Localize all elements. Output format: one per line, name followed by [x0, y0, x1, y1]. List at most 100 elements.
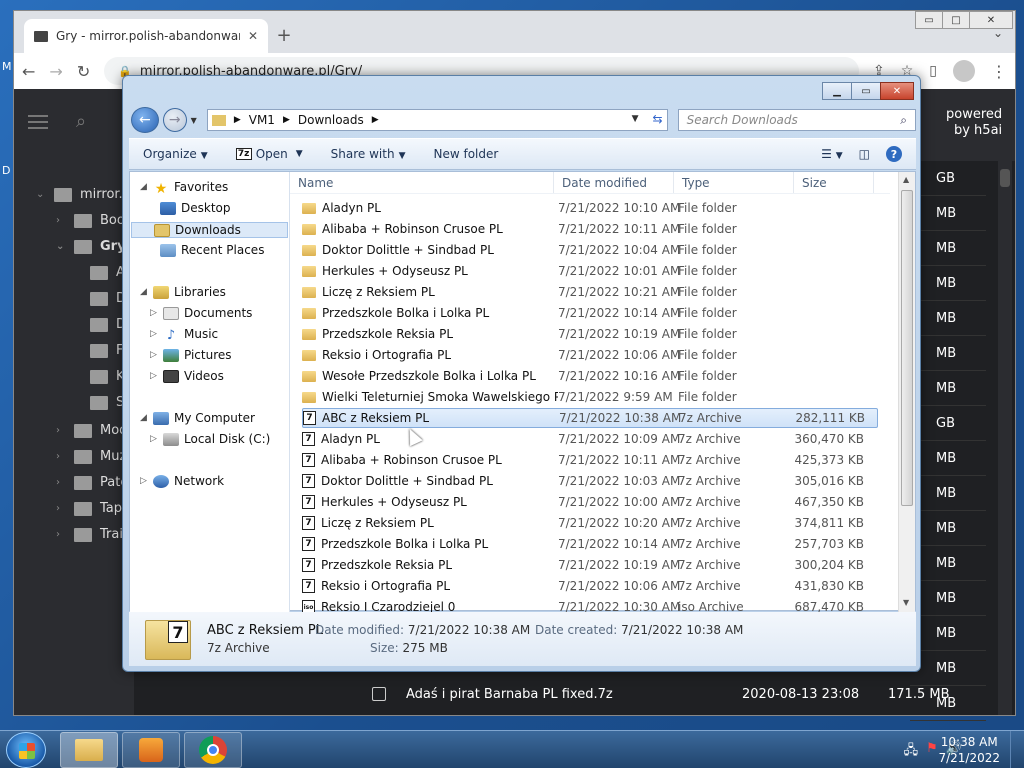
expand-icon[interactable]: ◢ — [140, 287, 148, 297]
clock[interactable]: 10:38 AM 7/21/2022 — [938, 734, 1000, 766]
minimize-button[interactable]: ▁ — [822, 82, 852, 100]
file-row[interactable]: 7 Przedszkole Reksia PL 7/21/2022 10:19 AM… — [302, 555, 878, 575]
breadcrumb-item[interactable]: VM1 — [249, 113, 275, 127]
refresh-icon[interactable]: ⇆ — [653, 112, 663, 126]
back-button[interactable]: ← — [131, 107, 159, 133]
network-tray-icon[interactable]: 🖧 — [904, 741, 919, 763]
chevron-right-icon[interactable]: ▶ — [372, 115, 379, 125]
nav-item-downloads[interactable]: Downloads — [131, 222, 288, 238]
search-input[interactable]: Search Downloads ⌕ — [677, 109, 916, 131]
back-arrow-icon[interactable]: ← — [22, 62, 35, 81]
file-row[interactable]: Reksio i Ortografia PL 7/21/2022 10:06 AM… — [302, 345, 878, 365]
address-bar[interactable]: ▶ VM1 ▶ Downloads ▶ ▼ ⇆ — [206, 109, 668, 131]
tree-item[interactable]: › Trail — [56, 527, 127, 542]
search-icon[interactable]: ⌕ — [900, 113, 907, 128]
expand-icon[interactable]: ▷ — [150, 350, 158, 360]
breadcrumb-item[interactable]: Downloads — [298, 113, 364, 127]
file-row[interactable]: 7 ABC z Reksiem PL 7/21/2022 10:38 AM 7z Ar… — [302, 408, 878, 428]
expand-icon[interactable]: ▷ — [150, 434, 158, 444]
file-row[interactable]: Alibaba + Robinson Crusoe PL 7/21/2022 10… — [302, 219, 878, 239]
scrollbar-thumb[interactable] — [901, 190, 913, 506]
tree-item[interactable]: ⌄ Gry — [56, 239, 126, 254]
scroll-up-arrow[interactable]: ▲ — [903, 175, 909, 184]
nav-item-network[interactable]: ▷ Network — [140, 474, 224, 488]
action-center-icon[interactable]: ⚑ — [926, 741, 938, 763]
file-row[interactable]: Herkules + Odyseusz PL 7/21/2022 10:01 AM… — [302, 261, 878, 281]
tree-item[interactable]: › Boo — [56, 213, 125, 228]
nav-item-videos[interactable]: ▷ Videos — [150, 369, 224, 383]
file-row[interactable]: Doktor Dolittle + Sindbad PL 7/21/2022 10… — [302, 240, 878, 260]
file-row[interactable]: Adaś i pirat Barnaba PL fixed.7z 2020-08… — [360, 679, 1000, 709]
profile-avatar[interactable] — [953, 60, 975, 82]
column-header-size[interactable]: Size — [794, 172, 874, 193]
file-row[interactable]: Aladyn PL 7/21/2022 10:10 AM File folder — [302, 198, 878, 218]
file-row[interactable]: 7 Przedszkole Bolka i Lolka PL 7/21/2022 1… — [302, 534, 878, 554]
file-row[interactable]: 7 Alibaba + Robinson Crusoe PL 7/21/2022 1… — [302, 450, 878, 470]
tree-item[interactable]: › Mod — [56, 423, 127, 438]
help-icon[interactable]: ? — [886, 146, 902, 162]
tree-item[interactable]: D — [90, 317, 126, 332]
tree-item[interactable]: A — [90, 265, 125, 280]
taskbar-explorer-button[interactable] — [60, 732, 118, 768]
nav-item-recent-places[interactable]: Recent Places — [160, 243, 264, 257]
recent-pages-dropdown[interactable]: ▼ — [191, 116, 197, 125]
tree-item[interactable]: › Muz — [56, 449, 126, 464]
tree-item[interactable]: ⌄ mirror.p — [36, 187, 131, 202]
chevron-right-icon[interactable]: › — [56, 503, 66, 514]
share-with-button[interactable]: Share with ▼ — [331, 147, 406, 161]
file-row[interactable]: 7 Aladyn PL 7/21/2022 10:09 AM 7z Archive 36… — [302, 429, 878, 449]
close-button[interactable]: ✕ — [880, 82, 914, 100]
chevron-right-icon[interactable]: › — [56, 529, 66, 540]
new-folder-button[interactable]: New folder — [434, 147, 499, 161]
chevron-right-icon[interactable]: › — [56, 425, 66, 436]
expand-icon[interactable]: ▷ — [140, 476, 148, 486]
organize-button[interactable]: Organize ▼ — [143, 147, 208, 161]
nav-item-music[interactable]: ▷ ♪ Music — [150, 327, 218, 343]
file-row[interactable]: 7 Reksio i Ortografia PL 7/21/2022 10:06 A… — [302, 576, 878, 596]
file-row[interactable]: Wesołe Przedszkole Bolka i Lolka PL 7/21/… — [302, 366, 878, 386]
page-scrollbar[interactable] — [998, 161, 1012, 715]
chevron-right-icon[interactable]: › — [56, 215, 66, 226]
preview-pane-icon[interactable]: ◫ — [859, 147, 870, 161]
taskbar-media-player-button[interactable] — [122, 732, 180, 768]
file-row[interactable]: Przedszkole Bolka i Lolka PL 7/21/2022 10… — [302, 303, 878, 323]
scroll-down-arrow[interactable]: ▼ — [903, 598, 909, 607]
close-icon[interactable]: ✕ — [248, 29, 258, 43]
open-button[interactable]: 7z Open ▼ — [235, 147, 303, 161]
start-button[interactable] — [6, 732, 46, 768]
minimize-button[interactable]: ▭ — [915, 11, 943, 29]
powered-by[interactable]: powered by h5ai — [946, 107, 1002, 139]
chevron-right-icon[interactable]: ▶ — [234, 115, 241, 125]
hamburger-menu-icon[interactable] — [28, 115, 48, 129]
file-row[interactable]: iso Reksio I Czarodziejel 0 7/21/2022 10:3… — [302, 597, 878, 612]
chevron-down-icon[interactable]: ⌄ — [36, 189, 46, 200]
nav-item-documents[interactable]: ▷ Documents — [150, 306, 252, 320]
file-row[interactable]: Przedszkole Reksia PL 7/21/2022 10:19 AM F… — [302, 324, 878, 344]
file-row[interactable]: 7 Liczę z Reksiem PL 7/21/2022 10:20 AM 7z … — [302, 513, 878, 533]
nav-item-pictures[interactable]: ▷ Pictures — [150, 348, 232, 362]
nav-item-my-computer[interactable]: ◢ My Computer — [140, 411, 255, 425]
address-dropdown-icon[interactable]: ▼ — [632, 114, 639, 124]
chevron-down-icon[interactable]: ⌄ — [56, 241, 66, 252]
forward-arrow-icon[interactable]: → — [49, 62, 62, 81]
chevron-right-icon[interactable]: › — [56, 451, 66, 462]
explorer-titlebar[interactable]: ▁ ▭ ✕ — [123, 76, 920, 110]
expand-icon[interactable]: ▷ — [150, 308, 158, 318]
file-row[interactable]: 7 Doktor Dolittle + Sindbad PL 7/21/2022 1… — [302, 471, 878, 491]
tree-item[interactable]: › Tape — [56, 501, 130, 516]
show-desktop-button[interactable] — [1010, 731, 1024, 768]
chevron-right-icon[interactable]: ▶ — [283, 115, 290, 125]
more-menu-icon[interactable]: ⋮ — [991, 62, 1007, 81]
expand-icon[interactable]: ◢ — [140, 413, 148, 423]
maximize-button[interactable]: ▭ — [851, 82, 881, 100]
close-button[interactable]: ✕ — [969, 11, 1013, 29]
nav-item-desktop[interactable]: Desktop — [160, 201, 231, 215]
sidebar-icon[interactable]: ▯ — [929, 63, 937, 79]
nav-item-local-disk-c[interactable]: ▷ Local Disk (C:) — [150, 432, 270, 446]
change-view-icon[interactable]: ☰ ▼ — [821, 147, 843, 161]
file-row[interactable]: 7 Herkules + Odyseusz PL 7/21/2022 10:00 A… — [302, 492, 878, 512]
column-header-date[interactable]: Date modified — [554, 172, 674, 193]
column-header-type[interactable]: Type — [674, 172, 794, 193]
forward-button[interactable]: → — [162, 108, 187, 132]
tree-item[interactable]: S — [90, 395, 124, 410]
